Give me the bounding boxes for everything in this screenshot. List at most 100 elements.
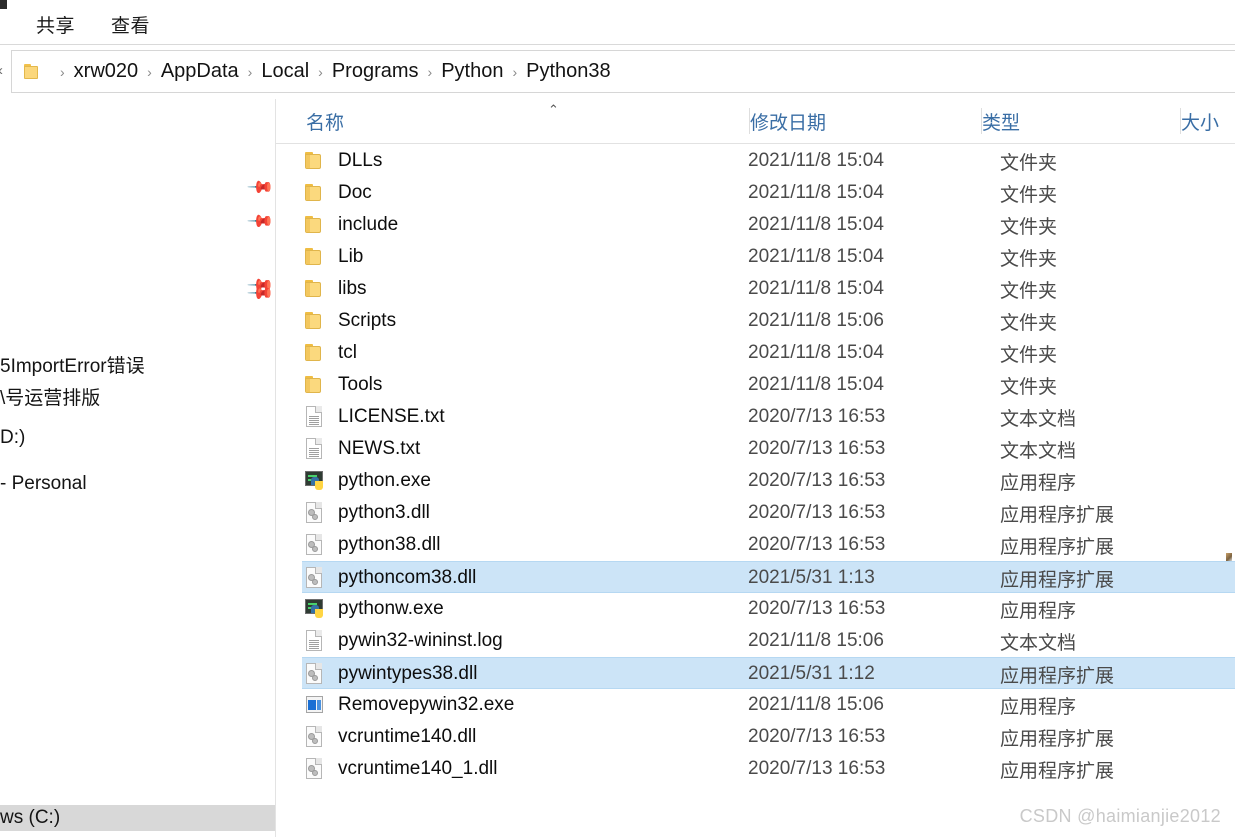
back-chevron-icon[interactable]: ‹ — [0, 63, 6, 78]
file-row[interactable]: libs 2021/11/8 15:04 文件夹 — [276, 273, 1235, 305]
file-name-cell[interactable]: Tools — [276, 369, 382, 401]
file-date-cell: 2021/11/8 15:04 — [748, 182, 884, 203]
file-row[interactable]: LICENSE.txt 2020/7/13 16:53 文本文档 — [276, 401, 1235, 433]
file-row[interactable]: python3.dll 2020/7/13 16:53 应用程序扩展 — [276, 497, 1235, 529]
file-name-cell[interactable]: python3.dll — [276, 497, 430, 529]
python-exe-icon — [304, 469, 326, 493]
file-row[interactable]: NEWS.txt 2020/7/13 16:53 文本文档 — [276, 433, 1235, 465]
file-name-cell[interactable]: python38.dll — [276, 529, 440, 561]
file-name-cell[interactable]: pythonw.exe — [276, 593, 444, 625]
tab-share[interactable]: 共享 — [36, 11, 75, 38]
file-name-cell[interactable]: pythoncom38.dll — [302, 562, 476, 594]
nav-item-label: ws (C:) — [0, 807, 61, 828]
breadcrumb-item-0[interactable]: xrw020 — [74, 60, 138, 83]
chevron-right-icon[interactable]: › — [503, 64, 526, 80]
file-type-cell: 文件夹 — [1000, 216, 1058, 238]
file-name-label: tcl — [338, 342, 357, 363]
file-type-cell: 文件夹 — [1000, 376, 1058, 398]
file-row[interactable]: vcruntime140_1.dll 2020/7/13 16:53 应用程序扩展 — [276, 753, 1235, 785]
file-date-cell: 2021/11/8 15:04 — [748, 278, 884, 299]
file-name-cell[interactable]: tcl — [276, 337, 357, 369]
file-date-cell: 2021/11/8 15:06 — [748, 310, 884, 331]
file-type-cell: 应用程序扩展 — [1000, 536, 1115, 558]
file-row[interactable]: Tools 2021/11/8 15:04 文件夹 — [276, 369, 1235, 401]
file-name-cell[interactable]: python.exe — [276, 465, 431, 497]
file-row[interactable]: Scripts 2021/11/8 15:06 文件夹 — [276, 305, 1235, 337]
file-name-cell[interactable]: include — [276, 209, 398, 241]
chevron-right-icon[interactable]: › — [138, 64, 161, 80]
file-name-cell[interactable]: libs — [276, 273, 367, 305]
file-type-cell: 应用程序扩展 — [1000, 728, 1115, 750]
file-row[interactable]: pythoncom38.dll 2021/5/31 1:13 应用程序扩展 — [302, 561, 1235, 593]
file-name-cell[interactable]: vcruntime140.dll — [276, 721, 476, 753]
file-name-label: Doc — [338, 182, 372, 203]
folder-icon — [304, 341, 326, 365]
chevron-right-icon[interactable]: › — [239, 64, 262, 80]
file-name-cell[interactable]: Lib — [276, 241, 363, 273]
text-file-icon — [304, 405, 326, 429]
file-row[interactable]: DLLs 2021/11/8 15:04 文件夹 — [276, 145, 1235, 177]
pin-icon[interactable]: 📌 — [246, 173, 275, 201]
nav-item[interactable]: ws (C:) — [0, 805, 275, 831]
dll-icon — [304, 662, 326, 686]
nav-item[interactable]: 5ImportError错误 — [0, 351, 145, 377]
nav-item[interactable]: D:) — [0, 425, 25, 451]
column-header-size[interactable]: 大小 — [1181, 99, 1235, 143]
file-row[interactable]: python.exe 2020/7/13 16:53 应用程序 — [276, 465, 1235, 497]
file-row[interactable]: Doc 2021/11/8 15:04 文件夹 — [276, 177, 1235, 209]
file-name-cell[interactable]: vcruntime140_1.dll — [276, 753, 497, 785]
column-header-type[interactable]: 类型 — [982, 99, 1181, 143]
breadcrumb-item-5[interactable]: Python38 — [526, 60, 611, 83]
breadcrumb-item-4[interactable]: Python — [441, 60, 503, 83]
file-row[interactable]: pythonw.exe 2020/7/13 16:53 应用程序 — [276, 593, 1235, 625]
column-header-row: 名称 ⌃ 修改日期 类型 大小 — [276, 99, 1235, 144]
chevron-right-icon[interactable]: › — [419, 64, 442, 80]
file-name-label: Lib — [338, 246, 364, 267]
file-name-cell[interactable]: NEWS.txt — [276, 433, 420, 465]
file-date-cell: 2021/11/8 15:04 — [748, 342, 884, 363]
breadcrumb-item-1[interactable]: AppData — [161, 60, 239, 83]
file-row[interactable]: vcruntime140.dll 2020/7/13 16:53 应用程序扩展 — [276, 721, 1235, 753]
column-header-name[interactable]: 名称 ⌃ — [306, 99, 750, 143]
nav-item-label: 5ImportError错误 — [0, 355, 145, 377]
file-row[interactable]: Removepywin32.exe 2021/11/8 15:06 应用程序 — [276, 689, 1235, 721]
folder-icon — [304, 277, 326, 301]
file-date-cell: 2020/7/13 16:53 — [748, 534, 886, 555]
chevron-right-icon[interactable]: › — [51, 64, 74, 80]
file-name-label: NEWS.txt — [338, 438, 421, 459]
file-row[interactable]: tcl 2021/11/8 15:04 文件夹 — [276, 337, 1235, 369]
file-name-cell[interactable]: Doc — [276, 177, 372, 209]
file-type-cell: 文件夹 — [1000, 312, 1058, 334]
file-row[interactable]: include 2021/11/8 15:04 文件夹 — [276, 209, 1235, 241]
address-bar: ‹ › xrw020 › AppData › Local › Programs … — [0, 50, 1235, 94]
file-date-cell: 2021/11/8 15:06 — [748, 630, 884, 651]
file-name-label: Removepywin32.exe — [338, 694, 515, 715]
file-name-cell[interactable]: Scripts — [276, 305, 396, 337]
file-date-cell: 2020/7/13 16:53 — [748, 470, 886, 491]
file-row[interactable]: python38.dll 2020/7/13 16:53 应用程序扩展 — [276, 529, 1235, 561]
column-header-date[interactable]: 修改日期 — [750, 99, 982, 143]
file-row[interactable]: Lib 2021/11/8 15:04 文件夹 — [276, 241, 1235, 273]
breadcrumb-item-2[interactable]: Local — [261, 60, 309, 83]
pin-icon[interactable]: 📌 — [246, 207, 275, 235]
file-row[interactable]: pywin32-wininst.log 2021/11/8 15:06 文本文档 — [276, 625, 1235, 657]
watermark: CSDN @haimianjie2012 — [1019, 806, 1221, 826]
tab-view[interactable]: 查看 — [111, 11, 150, 38]
file-name-label: include — [338, 214, 399, 235]
file-name-cell[interactable]: pywin32-wininst.log — [276, 625, 503, 657]
file-name-cell[interactable]: LICENSE.txt — [276, 401, 445, 433]
file-name-cell[interactable]: Removepywin32.exe — [276, 689, 514, 721]
file-name-cell[interactable]: pywintypes38.dll — [302, 658, 477, 690]
nav-item[interactable]: - Personal — [0, 471, 87, 497]
file-name-label: vcruntime140_1.dll — [338, 758, 498, 779]
file-list[interactable]: DLLs 2021/11/8 15:04 文件夹 Doc 2021/11/8 15:04… — [276, 145, 1235, 837]
file-name-cell[interactable]: DLLs — [276, 145, 382, 177]
nav-item[interactable]: \号运营排版 — [0, 383, 100, 409]
file-row[interactable]: pywintypes38.dll 2021/5/31 1:12 应用程序扩展 — [302, 657, 1235, 689]
chevron-right-icon[interactable]: › — [309, 64, 332, 80]
file-explorer-window: 共享 查看 ‹ › xrw020 › AppData › Local › Pro… — [0, 0, 1235, 837]
navigation-pane[interactable]: 5ImportError错误 \号运营排版 D:) - Personal ws (C:… — [0, 99, 275, 837]
breadcrumb[interactable]: › xrw020 › AppData › Local › Programs › … — [11, 50, 1235, 93]
breadcrumb-item-3[interactable]: Programs — [332, 60, 419, 83]
file-date-cell: 2020/7/13 16:53 — [748, 502, 886, 523]
